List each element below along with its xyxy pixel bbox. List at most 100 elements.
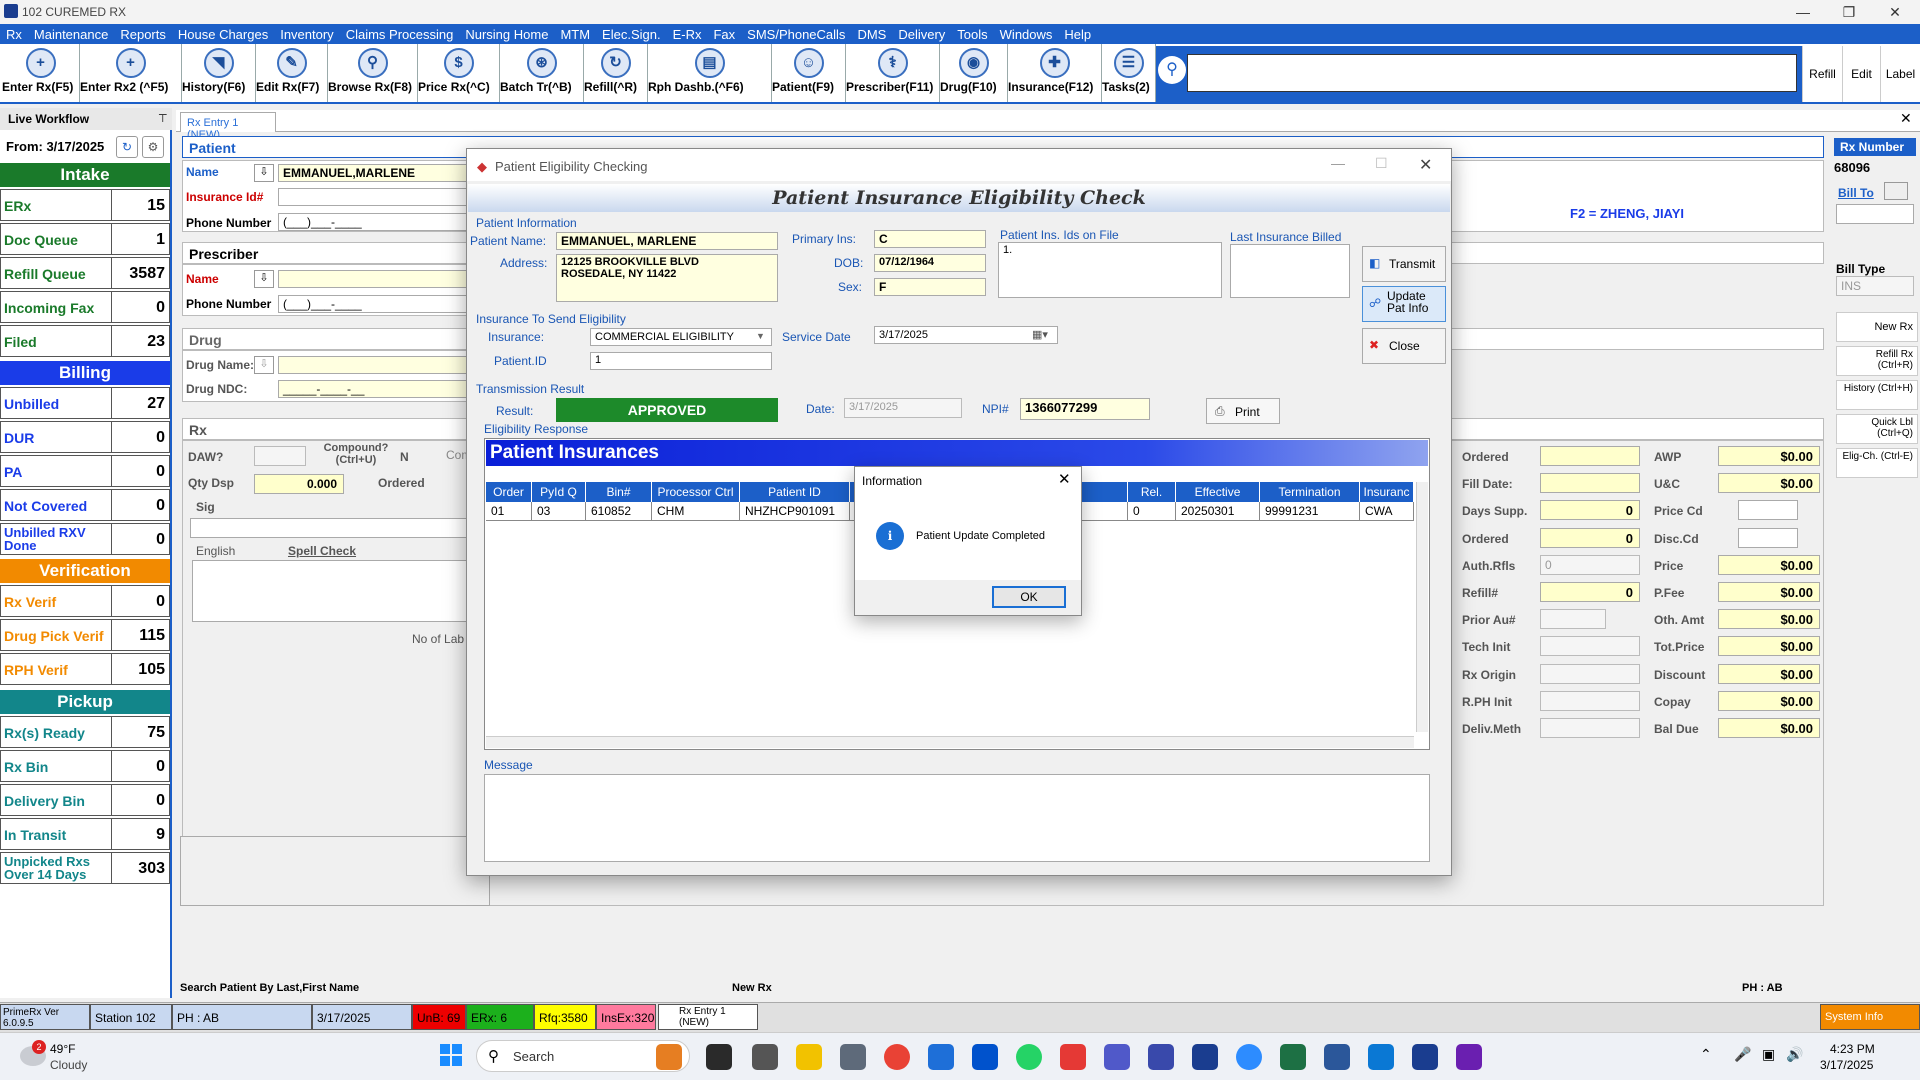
field-input[interactable] (1540, 473, 1640, 493)
elig-check-button[interactable]: Elig-Ch. (Ctrl-E) (1836, 448, 1918, 478)
taskbar-app-icon[interactable] (656, 1044, 682, 1070)
clock-time[interactable]: 4:23 PM (1830, 1042, 1875, 1056)
menu-nursing-home[interactable]: Nursing Home (459, 27, 554, 42)
price-field[interactable]: $0.00 (1718, 446, 1820, 466)
bill-type-select[interactable]: INS (1836, 276, 1914, 296)
wf-rx-verif[interactable]: Rx Verif 0 (0, 585, 170, 617)
service-date-field[interactable]: 3/17/2025 (874, 326, 1058, 344)
taskbar-app-icon[interactable] (1148, 1044, 1174, 1070)
chevron-up-icon[interactable]: ⌃ (1700, 1046, 1712, 1063)
bill-to-label[interactable]: Bill To (1838, 186, 1874, 200)
history-button[interactable]: ◥ History(F6) (182, 44, 256, 102)
primerx-icon[interactable] (1412, 1044, 1438, 1070)
wf-drug-pick-verif[interactable]: Drug Pick Verif 115 (0, 619, 170, 651)
wf-refill-queue[interactable]: Refill Queue 3587 (0, 257, 170, 289)
wf-pa[interactable]: PA 0 (0, 455, 170, 487)
refill-rx-button[interactable]: Refill Rx (Ctrl+R) (1836, 346, 1918, 376)
print-button[interactable]: ⎙ Print (1206, 398, 1280, 424)
teams-icon[interactable] (1104, 1044, 1130, 1070)
system-info-button[interactable]: System Info (1820, 1004, 1920, 1030)
search-icon[interactable]: ⚲ (1158, 56, 1186, 84)
taskbar-app-icon[interactable] (1060, 1044, 1086, 1070)
grid-column-header[interactable]: Processor Ctrl (652, 482, 740, 502)
phone-number-field[interactable]: (___)___-____ (278, 213, 468, 231)
chrome-icon[interactable] (884, 1044, 910, 1070)
network-icon[interactable]: ▣ (1762, 1046, 1775, 1063)
update-pat-info-button[interactable]: ☍ Update Pat Info (1362, 286, 1446, 322)
file-explorer-icon[interactable] (796, 1044, 822, 1070)
field-input[interactable] (1540, 446, 1640, 466)
browse-rx-button[interactable]: ⚲ Browse Rx(F8) (328, 44, 418, 102)
taskbar-app-icon[interactable] (1456, 1044, 1482, 1070)
edit-label-button[interactable]: Edit (1842, 46, 1880, 102)
menu-delivery[interactable]: Delivery (892, 27, 951, 42)
clock-date[interactable]: 3/17/2025 (1820, 1058, 1873, 1072)
price-field[interactable] (1738, 528, 1798, 548)
price-field[interactable]: $0.00 (1718, 555, 1820, 575)
word-icon[interactable] (1324, 1044, 1350, 1070)
daw-select[interactable] (254, 446, 306, 466)
grid-cell[interactable]: CWA (1360, 502, 1414, 521)
grid-horizontal-scrollbar[interactable] (486, 736, 1414, 748)
menu-windows[interactable]: Windows (994, 27, 1059, 42)
volume-icon[interactable]: 🔊 (1786, 1046, 1803, 1063)
prescriber-name-field[interactable] (278, 270, 468, 288)
drug-lookup-icon[interactable]: ⇩ (254, 356, 274, 374)
price-field[interactable]: $0.00 (1718, 609, 1820, 629)
menu-help[interactable]: Help (1058, 27, 1097, 42)
excel-icon[interactable] (1280, 1044, 1306, 1070)
enter-rx-button[interactable]: + Enter Rx(F5) (2, 44, 80, 102)
rph-dashboard-button[interactable]: ▤ Rph Dashb.(^F6) (648, 44, 772, 102)
edit-rx-button[interactable]: ✎ Edit Rx(F7) (256, 44, 328, 102)
patient-lookup-icon[interactable]: ⇩ (254, 164, 274, 182)
prescriber-lookup-icon[interactable]: ⇩ (254, 270, 274, 288)
bill-to-button[interactable] (1884, 182, 1908, 200)
tasks-button[interactable]: ☰ Tasks(2) (1102, 44, 1156, 102)
dlg-insurance-chevron-icon[interactable]: ▼ (756, 331, 765, 341)
calendar-icon[interactable]: ▦▾ (1032, 328, 1048, 341)
gear-icon[interactable]: ⚙ (142, 136, 164, 158)
grid-vertical-scrollbar[interactable] (1416, 482, 1428, 732)
dialog-minimize-icon[interactable]: — (1331, 155, 1345, 171)
batch-tr-button[interactable]: ⊛ Batch Tr(^B) (500, 44, 584, 102)
calculator-icon[interactable] (840, 1044, 866, 1070)
grid-cell[interactable]: 0 (1128, 502, 1176, 521)
ok-button[interactable]: OK (992, 586, 1066, 608)
grid-column-header[interactable]: Effective (1176, 482, 1260, 502)
status-insex[interactable]: InsEx:320 (596, 1004, 656, 1030)
field-input[interactable]: 0 (1540, 582, 1640, 602)
bill-to-select[interactable] (1836, 204, 1914, 224)
grid-cell[interactable]: CHM (652, 502, 740, 521)
field-input[interactable] (1540, 691, 1640, 711)
grid-cell[interactable]: 20250301 (1176, 502, 1260, 521)
close-dialog-button[interactable]: ✖ Close (1362, 328, 1446, 364)
drug-ndc-field[interactable]: _____-____-__ (278, 380, 468, 398)
wf-incoming-fax[interactable]: Incoming Fax 0 (0, 291, 170, 323)
status-erx[interactable]: ERx: 6 (466, 1004, 534, 1030)
taskbar-app-icon[interactable] (1368, 1044, 1394, 1070)
taskbar-app-icon[interactable] (928, 1044, 954, 1070)
prescriber-button[interactable]: ⚕ Prescriber(F11) (846, 44, 940, 102)
start-button[interactable] (440, 1044, 462, 1066)
insurance-button[interactable]: ✚ Insurance(F12) (1008, 44, 1102, 102)
price-rx-button[interactable]: $ Price Rx(^C) (418, 44, 500, 102)
grid-column-header[interactable]: PyId Q (532, 482, 586, 502)
menu-inventory[interactable]: Inventory (274, 27, 339, 42)
taskbar-app-icon[interactable] (706, 1044, 732, 1070)
sig-text-area[interactable] (192, 560, 472, 622)
wf-unbilled[interactable]: Unbilled 27 (0, 387, 170, 419)
drug-button[interactable]: ◉ Drug(F10) (940, 44, 1008, 102)
price-field[interactable]: $0.00 (1718, 691, 1820, 711)
prescriber-phone-field[interactable]: (___)___-____ (278, 295, 468, 313)
menu-maintenance[interactable]: Maintenance (28, 27, 114, 42)
enter-rx2-button[interactable]: + Enter Rx2 (^F5) (80, 44, 182, 102)
menu-rx[interactable]: Rx (0, 27, 28, 42)
price-field[interactable] (1738, 500, 1798, 520)
price-field[interactable]: $0.00 (1718, 582, 1820, 602)
insurance-id-field[interactable] (278, 188, 468, 206)
taskbar-app-icon[interactable] (752, 1044, 778, 1070)
new-rx-button[interactable]: New Rx (1836, 312, 1918, 342)
wf-not-covered[interactable]: Not Covered 0 (0, 489, 170, 521)
price-field[interactable]: $0.00 (1718, 636, 1820, 656)
wf-rxs-ready[interactable]: Rx(s) Ready 75 (0, 716, 170, 748)
